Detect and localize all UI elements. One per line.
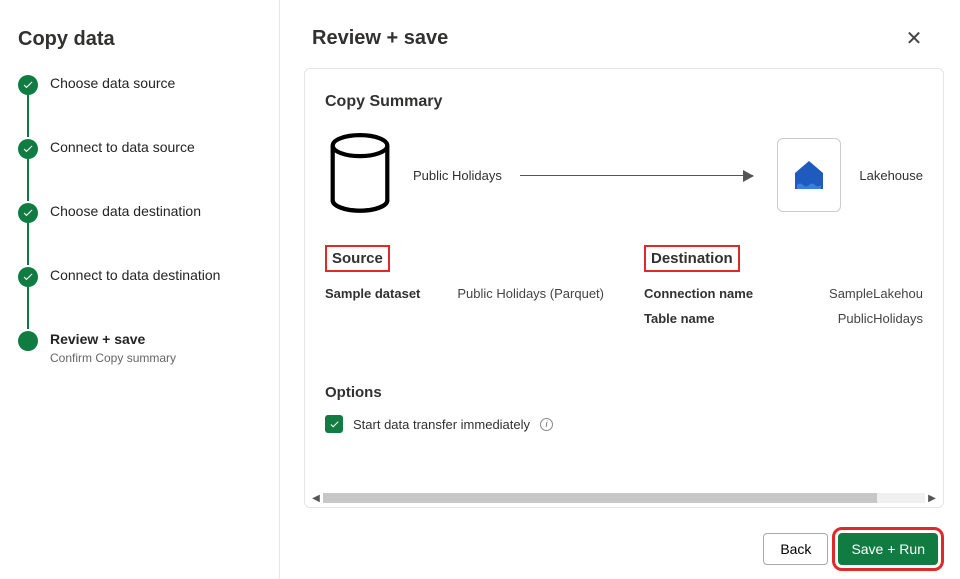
- step-label: Connect to data source: [50, 139, 195, 155]
- info-icon[interactable]: i: [540, 418, 553, 431]
- summary-flow: Public Holidays Lakehouse: [325, 133, 923, 217]
- close-button[interactable]: ✕: [900, 24, 928, 52]
- kv-key: Sample dataset: [325, 286, 420, 301]
- option-start-immediately[interactable]: Start data transfer immediately i: [325, 415, 923, 433]
- destination-details: Destination Connection name SampleLakeho…: [644, 245, 923, 336]
- main-panel: Review + save ✕ Copy Summary Public Holi…: [280, 0, 960, 579]
- options-heading: Options: [325, 384, 923, 401]
- step-label: Connect to data destination: [50, 267, 220, 283]
- wizard-sidebar: Copy data Choose data source Connect to …: [0, 0, 280, 579]
- scroll-right-icon[interactable]: ▶: [925, 493, 939, 504]
- checkbox-label: Start data transfer immediately: [353, 417, 530, 432]
- destination-heading: Destination: [644, 245, 740, 272]
- checkmark-icon: [18, 267, 38, 287]
- checkbox-checked-icon[interactable]: [325, 415, 343, 433]
- current-step-icon: [18, 331, 38, 351]
- destination-name: Lakehouse: [859, 168, 923, 183]
- step-sublabel: Confirm Copy summary: [50, 351, 176, 365]
- arrow-icon: [520, 175, 754, 176]
- details-row: Source Sample dataset Public Holidays (P…: [325, 245, 923, 336]
- source-name: Public Holidays: [413, 168, 502, 183]
- summary-heading: Copy Summary: [325, 93, 923, 111]
- step-label: Choose data source: [50, 75, 175, 91]
- horizontal-scrollbar[interactable]: ◀ ▶: [309, 491, 939, 505]
- scroll-left-icon[interactable]: ◀: [309, 493, 323, 504]
- checkmark-icon: [18, 203, 38, 223]
- scroll-thumb[interactable]: [323, 493, 877, 503]
- step-connect-source[interactable]: Connect to data source: [18, 139, 261, 203]
- database-icon: [325, 133, 395, 217]
- checkmark-icon: [18, 139, 38, 159]
- kv-value: SampleLakehou: [829, 286, 923, 301]
- kv-key: Connection name: [644, 286, 753, 301]
- sidebar-title: Copy data: [18, 28, 261, 51]
- step-review-save[interactable]: Review + save Confirm Copy summary: [18, 331, 261, 365]
- destination-kv-row: Connection name SampleLakehou: [644, 286, 923, 301]
- options-section: Options Start data transfer immediately …: [325, 384, 923, 433]
- source-details: Source Sample dataset Public Holidays (P…: [325, 245, 604, 336]
- checkmark-icon: [18, 75, 38, 95]
- step-label: Review + save: [50, 331, 176, 347]
- step-choose-source[interactable]: Choose data source: [18, 75, 261, 139]
- destination-kv-row: Table name PublicHolidays: [644, 311, 923, 326]
- back-button[interactable]: Back: [763, 533, 828, 565]
- lakehouse-icon: [777, 138, 841, 212]
- footer-actions: Back Save + Run: [280, 519, 960, 579]
- source-kv-row: Sample dataset Public Holidays (Parquet): [325, 286, 604, 301]
- kv-key: Table name: [644, 311, 715, 326]
- kv-value: PublicHolidays: [838, 311, 923, 326]
- wizard-steps: Choose data source Connect to data sourc…: [18, 75, 261, 365]
- step-connect-destination[interactable]: Connect to data destination: [18, 267, 261, 331]
- kv-value: Public Holidays (Parquet): [457, 286, 604, 301]
- step-label: Choose data destination: [50, 203, 201, 219]
- save-run-button[interactable]: Save + Run: [838, 533, 938, 565]
- source-heading: Source: [325, 245, 390, 272]
- close-icon: ✕: [906, 26, 923, 51]
- copy-summary-card: Copy Summary Public Holidays Lakehouse: [304, 68, 944, 508]
- page-title: Review + save: [312, 27, 448, 50]
- step-choose-destination[interactable]: Choose data destination: [18, 203, 261, 267]
